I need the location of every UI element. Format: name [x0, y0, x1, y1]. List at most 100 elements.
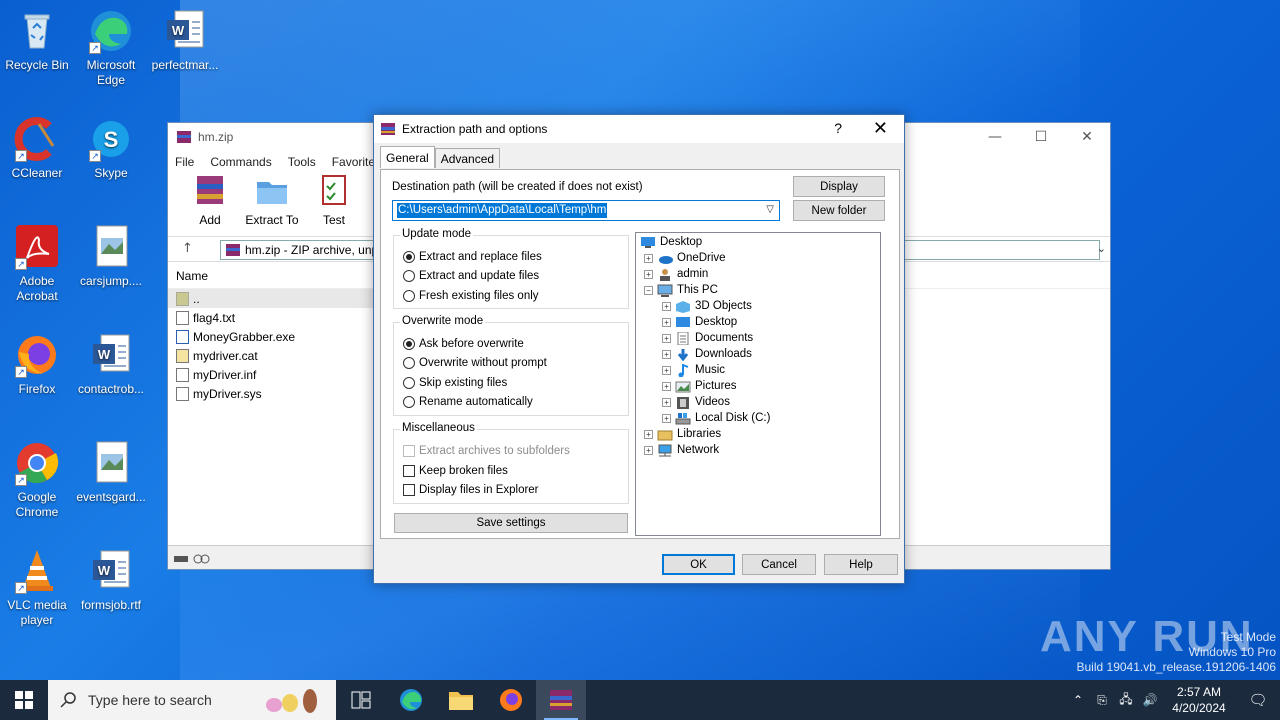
destination-path-combo[interactable]: C:\Users\admin\AppData\Local\Temp\hm ▽ — [392, 200, 780, 221]
taskbar-winrar-button[interactable] — [536, 680, 586, 720]
tree-node-videos[interactable]: + Videos — [662, 394, 730, 410]
expand-icon[interactable]: + — [662, 413, 671, 423]
tree-node-desktop-folder[interactable]: + Desktop — [662, 314, 737, 330]
radio-extract-update[interactable]: Extract and update files — [403, 270, 539, 282]
collapse-icon[interactable]: − — [644, 285, 653, 295]
tab-general[interactable]: General — [380, 146, 435, 168]
desktop-icon-formsjob[interactable]: W formsjob.rtf — [74, 548, 148, 613]
toolbar-extract-to-button[interactable]: Extract To — [244, 174, 300, 227]
file-name: MoneyGrabber.exe — [193, 329, 296, 344]
radio-extract-replace[interactable]: Extract and replace files — [403, 251, 542, 263]
tree-node-libraries[interactable]: + Libraries — [644, 426, 721, 442]
network-icon[interactable]: 🖧 — [1114, 690, 1138, 711]
tree-node-downloads[interactable]: + Downloads — [662, 346, 752, 362]
tree-node-admin[interactable]: + admin — [644, 266, 708, 282]
expand-icon[interactable]: + — [662, 349, 671, 359]
chevron-down-icon[interactable]: ▽ — [766, 204, 774, 215]
checkbox-keep-broken-files[interactable]: Keep broken files — [403, 465, 508, 477]
help-button[interactable]: Help — [824, 554, 898, 575]
taskbar-firefox-button[interactable] — [486, 680, 536, 720]
up-arrow-icon[interactable]: ↑ — [182, 241, 193, 256]
tree-node-3d-objects[interactable]: +3D Objects — [662, 298, 752, 314]
notification-icon[interactable]: 🗨 — [1236, 691, 1280, 709]
start-button[interactable] — [0, 680, 48, 720]
taskbar-edge-button[interactable] — [386, 680, 436, 720]
toolbar-add-button[interactable]: Add — [182, 174, 238, 227]
list-item[interactable]: .. — [168, 289, 373, 308]
desktop-icon-contactrob[interactable]: W contactrob... — [74, 332, 148, 397]
checkbox-display-in-explorer[interactable]: Display files in Explorer — [403, 484, 539, 496]
system-tray: ⌃ ⎘ 🖧 🔊 2:57 AM 4/20/2024 🗨 — [1066, 680, 1280, 720]
desktop-icon-edge[interactable]: ↗ Microsoft Edge — [74, 8, 148, 88]
tree-node-local-disk[interactable]: + Local Disk (C:) — [662, 410, 770, 426]
extraction-dialog[interactable]: Extraction path and options ? ✕ General … — [373, 114, 905, 584]
dialog-titlebar[interactable]: Extraction path and options ? ✕ — [374, 115, 904, 143]
tree-node-pictures[interactable]: + Pictures — [662, 378, 737, 394]
desktop-icon-chrome[interactable]: ↗ Google Chrome — [0, 440, 74, 520]
ok-button[interactable]: OK — [662, 554, 735, 575]
file-name: mydriver.cat — [193, 348, 258, 363]
tree-label: Pictures — [695, 380, 737, 392]
help-icon[interactable]: ? — [834, 120, 842, 136]
expand-icon[interactable]: + — [662, 317, 671, 327]
chevron-down-icon[interactable]: ⌄ — [1097, 242, 1106, 255]
save-settings-button[interactable]: Save settings — [394, 513, 628, 533]
tree-label: Documents — [695, 332, 754, 344]
tree-node-network[interactable]: + Network — [644, 442, 719, 458]
desktop-icon-carsjump[interactable]: carsjump.... — [74, 224, 148, 289]
radio-fresh-existing[interactable]: Fresh existing files only — [403, 290, 539, 302]
expand-icon[interactable]: + — [662, 333, 671, 343]
desktop-icon-perfectmar[interactable]: W perfectmar... — [148, 8, 222, 73]
tree-node-desktop[interactable]: Desktop — [640, 234, 702, 250]
desktop-icon-adobe-acrobat[interactable]: ↗ Adobe Acrobat — [0, 224, 74, 304]
tree-node-onedrive[interactable]: + OneDrive — [644, 250, 726, 266]
expand-icon[interactable]: + — [644, 269, 653, 279]
cancel-button[interactable]: Cancel — [742, 554, 816, 575]
tree-label: Libraries — [677, 428, 722, 440]
menu-commands[interactable]: Commands — [210, 155, 271, 169]
minimize-button[interactable]: — — [972, 123, 1018, 151]
desktop-icon-label: carsjump.... — [79, 274, 142, 288]
display-button[interactable]: Display — [793, 176, 885, 197]
expand-icon[interactable]: + — [662, 397, 671, 407]
desktop-icon-skype[interactable]: S ↗ Skype — [74, 116, 148, 181]
desktop-icon-eventsgard[interactable]: eventsgard... — [74, 440, 148, 505]
tree-node-this-pc[interactable]: − This PC — [644, 282, 718, 298]
path-text: hm.zip - ZIP archive, unp — [245, 243, 379, 257]
expand-icon[interactable]: + — [644, 429, 653, 439]
maximize-button[interactable]: ☐ — [1018, 123, 1064, 151]
menu-file[interactable]: File — [175, 155, 194, 169]
tree-node-music[interactable]: + Music — [662, 362, 725, 378]
expand-icon[interactable]: + — [662, 301, 671, 311]
expand-icon[interactable]: + — [662, 381, 671, 391]
radio-skip-existing[interactable]: Skip existing files — [403, 377, 507, 389]
expand-icon[interactable]: + — [644, 445, 653, 455]
new-folder-button[interactable]: New folder — [793, 200, 885, 221]
tab-advanced[interactable]: Advanced — [434, 148, 501, 168]
clock[interactable]: 2:57 AM 4/20/2024 — [1162, 684, 1236, 716]
radio-overwrite-without-prompt[interactable]: Overwrite without prompt — [403, 357, 547, 369]
expand-icon[interactable]: + — [662, 365, 671, 375]
folder-tree[interactable]: Desktop + OneDrive + admin − This PC +3D Ob… — [635, 232, 881, 536]
taskbar-explorer-button[interactable] — [436, 680, 486, 720]
expand-icon[interactable]: + — [644, 253, 653, 263]
tree-node-documents[interactable]: + Documents — [662, 330, 753, 346]
word-document-icon: W — [87, 548, 135, 594]
desktop-icon-firefox[interactable]: ↗ Firefox — [0, 332, 74, 397]
taskbar-search-box[interactable]: Type here to search — [48, 680, 336, 720]
desktop-icon-recycle-bin[interactable]: Recycle Bin — [0, 8, 74, 73]
toolbar-test-button[interactable]: Test — [306, 174, 362, 227]
close-button[interactable]: ✕ — [1064, 123, 1110, 151]
volume-icon[interactable]: 🔊 — [1138, 693, 1162, 707]
radio-ask-before-overwrite[interactable]: Ask before overwrite — [403, 338, 524, 350]
close-icon[interactable]: ✕ — [873, 118, 888, 139]
task-view-button[interactable] — [336, 680, 386, 720]
desktop-icon-ccleaner[interactable]: ↗ CCleaner — [0, 116, 74, 181]
chevron-up-icon[interactable]: ⌃ — [1066, 693, 1090, 707]
device-icon[interactable]: ⎘ — [1090, 693, 1114, 708]
menu-tools[interactable]: Tools — [288, 155, 316, 169]
overwrite-mode-title: Overwrite mode — [400, 315, 486, 327]
desktop-icon-vlc[interactable]: ↗ VLC media player — [0, 548, 74, 628]
watermark-edition: Windows 10 Pro — [1188, 645, 1276, 659]
radio-rename-automatically[interactable]: Rename automatically — [403, 396, 533, 408]
